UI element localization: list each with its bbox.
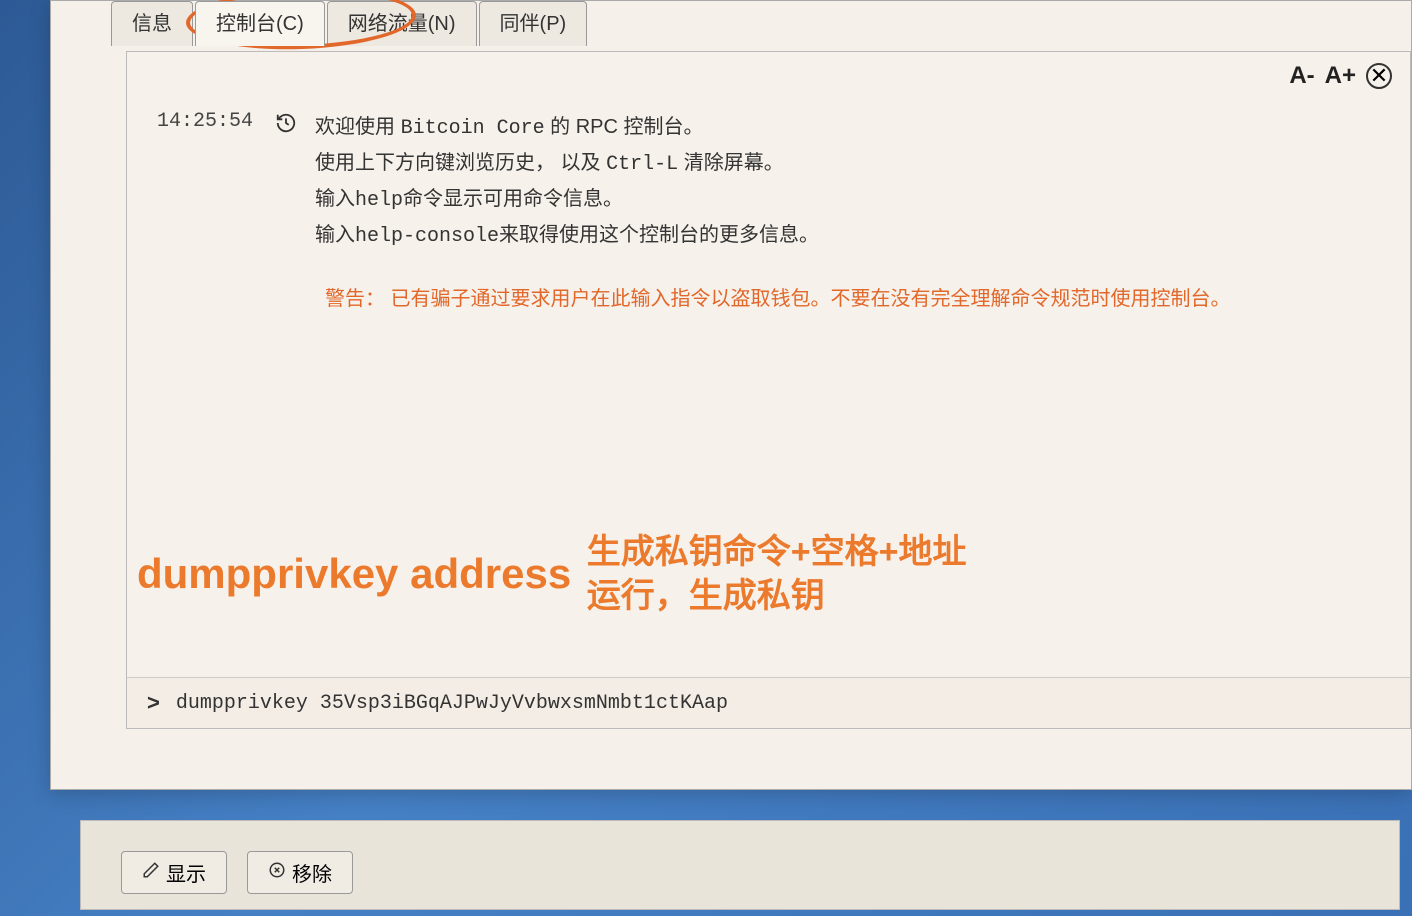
bottom-buttons: 显示 移除: [81, 821, 1399, 894]
annotation-desc-1: 生成私钥命令+空格+地址: [587, 533, 967, 571]
prompt-icon: >: [147, 690, 160, 716]
welcome-text: 输入: [315, 188, 355, 210]
annotation-overlay: dumpprivkey address 生成私钥命令+空格+地址 运行，生成私钥: [137, 530, 966, 618]
welcome-code: Bitcoin Core: [401, 117, 545, 140]
debug-window: 信息 控制台(C) 网络流量(N) 同伴(P) A- A+ ✕ 14:25:54: [50, 0, 1412, 790]
tab-console[interactable]: 控制台(C): [195, 1, 325, 46]
desktop-background: 信息 控制台(C) 网络流量(N) 同伴(P) A- A+ ✕ 14:25:54: [0, 0, 1412, 916]
remove-button-label: 移除: [292, 858, 332, 887]
tab-peers[interactable]: 同伴(P): [479, 1, 588, 46]
annotation-command: dumpprivkey address: [137, 550, 571, 598]
clear-console-button[interactable]: ✕: [1366, 63, 1392, 89]
log-timestamp: 14:25:54: [157, 110, 257, 133]
welcome-text: 输入: [315, 224, 355, 246]
font-decrease-button[interactable]: A-: [1289, 62, 1314, 90]
welcome-code: help-console: [355, 225, 499, 248]
tabs-row: 信息 控制台(C) 网络流量(N) 同伴(P): [111, 1, 1412, 46]
tab-info[interactable]: 信息: [111, 1, 193, 46]
welcome-text: 清除屏幕。: [678, 152, 784, 174]
font-increase-button[interactable]: A+: [1325, 62, 1356, 90]
welcome-text: 的 RPC 控制台。: [545, 116, 704, 138]
welcome-code: help: [355, 189, 403, 212]
welcome-text: 来取得使用这个控制台的更多信息。: [499, 224, 819, 246]
x-circle-icon: [268, 861, 286, 885]
console-toolbar: A- A+ ✕: [127, 52, 1410, 90]
tab-network[interactable]: 网络流量(N): [327, 1, 477, 46]
annotation-desc-2: 运行，生成私钥: [587, 577, 825, 615]
console-input[interactable]: [174, 691, 1390, 716]
history-icon: [275, 110, 297, 140]
console-panel: A- A+ ✕ 14:25:54 欢迎使用 Bitcoin Core 的 RPC…: [126, 51, 1411, 729]
log-row: 14:25:54 欢迎使用 Bitcoin Core 的 RPC 控制台。 使用…: [157, 110, 1380, 254]
welcome-text: 使用上下方向键浏览历史， 以及: [315, 152, 606, 174]
show-button-label: 显示: [166, 858, 206, 887]
remove-button[interactable]: 移除: [247, 851, 353, 894]
welcome-text: 欢迎使用: [315, 116, 401, 138]
console-output: 14:25:54 欢迎使用 Bitcoin Core 的 RPC 控制台。 使用…: [127, 90, 1410, 677]
log-text: 欢迎使用 Bitcoin Core 的 RPC 控制台。 使用上下方向键浏览历史…: [315, 110, 1380, 254]
bottom-panel: 显示 移除: [80, 820, 1400, 910]
welcome-code: Ctrl-L: [606, 153, 678, 176]
pencil-icon: [142, 861, 160, 885]
console-warning: 警告： 已有骗子通过要求用户在此输入指令以盗取钱包。不要在没有完全理解命令规范时…: [325, 282, 1380, 311]
console-input-row: >: [127, 677, 1410, 728]
welcome-text: 命令显示可用命令信息。: [403, 188, 623, 210]
show-button[interactable]: 显示: [121, 851, 227, 894]
